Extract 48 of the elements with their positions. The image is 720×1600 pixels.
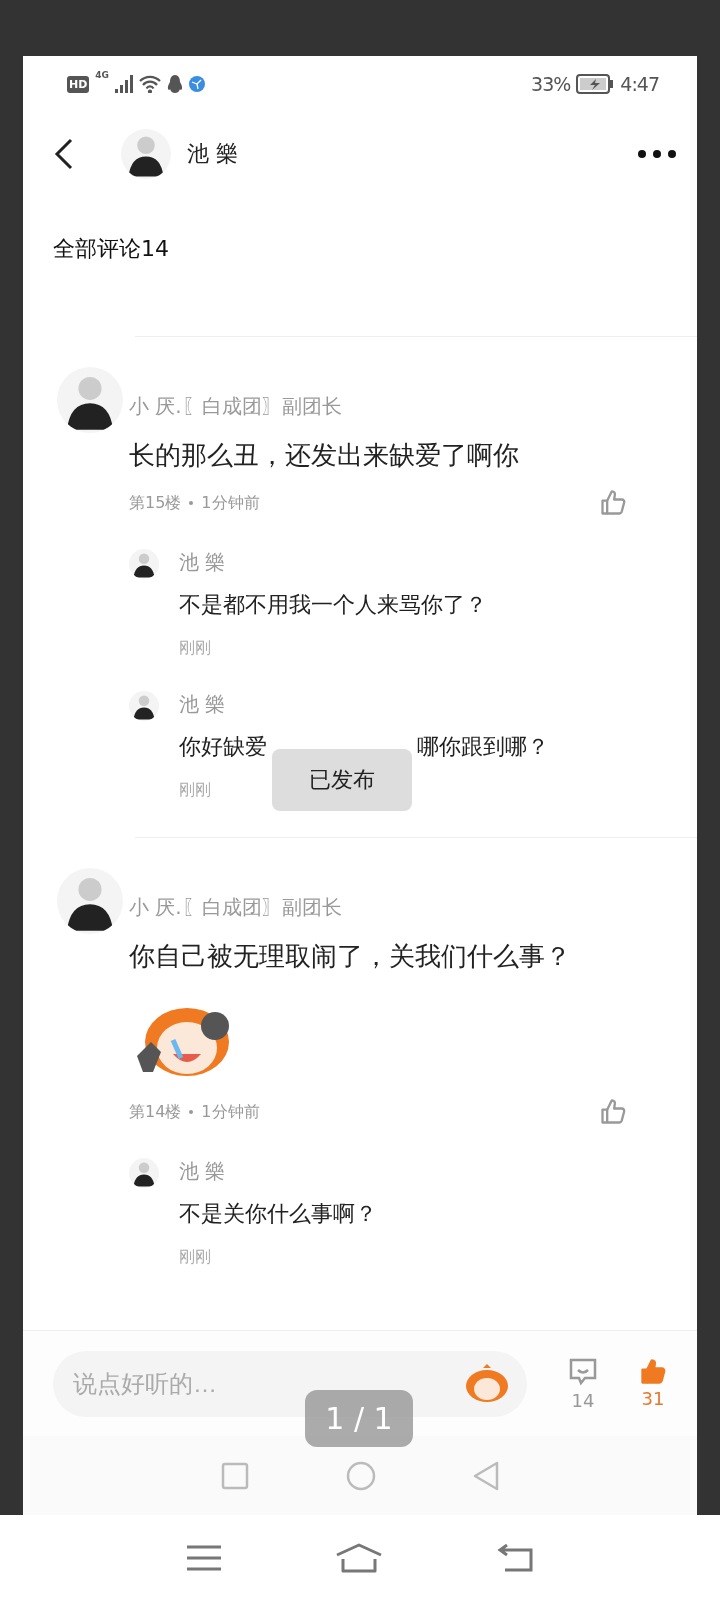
- battery-icon: [576, 74, 615, 94]
- hd-badge: HD: [67, 75, 90, 93]
- battery-percent: 33%: [531, 73, 571, 95]
- like-icon[interactable]: [599, 489, 627, 517]
- comment-time: 1分钟前: [201, 492, 260, 514]
- like-icon[interactable]: [639, 1358, 667, 1386]
- comment-text: 长的那么丑，还发出来缺爱了啊你: [129, 439, 520, 472]
- like-icon[interactable]: [599, 1098, 627, 1126]
- user-name: 池 樂: [187, 140, 238, 168]
- reply-avatar: [129, 549, 159, 579]
- home-icon[interactable]: [346, 1460, 376, 1491]
- return-icon[interactable]: [497, 1543, 533, 1572]
- reply-text: 不是都不用我一个人来骂你了？: [179, 591, 487, 619]
- reply-time: 刚刚: [179, 1247, 212, 1268]
- comment-count: 14: [571, 1390, 595, 1411]
- section-title: 全部评论14: [52, 235, 170, 263]
- mascot-icon[interactable]: [465, 1363, 509, 1404]
- comment-author: 小 厌.〖白成团〗副团长: [129, 393, 343, 420]
- floor-label: 第15楼: [129, 492, 182, 514]
- reply-avatar: [129, 1158, 159, 1188]
- network-label: 4G: [95, 70, 109, 80]
- page-indicator: 1 / 1: [305, 1390, 413, 1447]
- toast: 已发布: [272, 749, 412, 811]
- more-icon[interactable]: [637, 149, 677, 159]
- reply-text: 你好缺爱: [179, 733, 267, 761]
- reply-time: 刚刚: [179, 638, 212, 659]
- avatar: [121, 129, 171, 179]
- comment-time: 1分钟前: [201, 1101, 260, 1123]
- floor-label: 第14楼: [129, 1101, 182, 1123]
- menu-icon[interactable]: [187, 1544, 221, 1571]
- home-icon[interactable]: [335, 1542, 383, 1573]
- back-icon[interactable]: [53, 138, 73, 170]
- comment-icon[interactable]: [567, 1356, 599, 1388]
- like-count: 31: [641, 1388, 665, 1409]
- reply-author: 池 樂: [179, 691, 227, 718]
- globe-icon: [189, 76, 205, 92]
- reply-author: 池 樂: [179, 1158, 227, 1185]
- comment-author: 小 厌.〖白成团〗副团长: [129, 894, 343, 921]
- reply-text: 不是关你什么事啊？: [179, 1200, 377, 1228]
- recents-icon[interactable]: [221, 1461, 250, 1490]
- reply-author: 池 樂: [179, 549, 227, 576]
- clock: 4:47: [620, 73, 659, 95]
- comment-text: 你自己被无理取闹了，关我们什么事？: [129, 940, 572, 973]
- reply-avatar: [129, 691, 159, 721]
- wifi-icon: [139, 75, 161, 93]
- signal-icon: [115, 75, 133, 93]
- reply-text: 哪你跟到哪？: [417, 733, 549, 761]
- penguin-icon: [167, 74, 183, 94]
